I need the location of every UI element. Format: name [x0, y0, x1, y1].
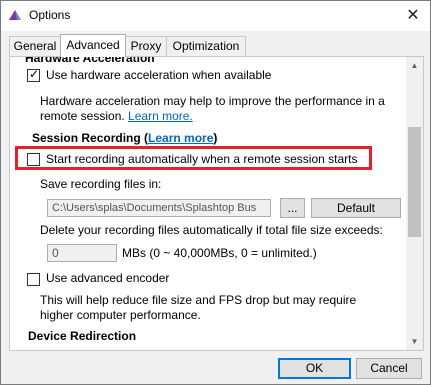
options-window: Options ✕ General Advanced Proxy Optimiz…: [0, 0, 431, 385]
splashtop-app-icon: [9, 10, 21, 20]
advanced-encoder-checkbox[interactable]: [27, 273, 40, 286]
hardware-acceleration-description: Hardware acceleration may help to improv…: [40, 94, 385, 108]
default-button[interactable]: Default: [311, 198, 401, 218]
device-redirection-heading: Device Redirection: [28, 329, 137, 343]
size-limit-field[interactable]: 0: [47, 244, 117, 262]
encoder-description-2: higher computer performance.: [40, 308, 201, 322]
cancel-button[interactable]: Cancel: [356, 358, 422, 379]
delete-files-label: Delete your recording files automaticall…: [40, 223, 383, 237]
title-bar: Options ✕: [1, 1, 430, 31]
advanced-panel: Hardware Acceleration ✓ Use hardware acc…: [9, 56, 424, 351]
start-recording-checkbox[interactable]: [27, 153, 40, 166]
session-recording-heading: Session Recording (Learn more): [32, 131, 218, 145]
hardware-acceleration-label: Use hardware acceleration when available: [46, 68, 272, 82]
tab-optimization[interactable]: Optimization: [166, 36, 246, 56]
ok-button[interactable]: OK: [278, 358, 351, 379]
scroll-down-icon[interactable]: ▼: [406, 333, 423, 350]
scroll-up-icon[interactable]: ▲: [406, 57, 423, 74]
recording-path-field[interactable]: C:\Users\splas\Documents\Splashtop Bus: [47, 199, 271, 217]
window-title: Options: [29, 8, 71, 22]
size-limit-label: MBs (0 ~ 40,000MBs, 0 = unlimited.): [122, 246, 317, 260]
tab-general[interactable]: General: [9, 36, 61, 56]
advanced-encoder-label: Use advanced encoder: [46, 271, 170, 285]
close-icon[interactable]: ✕: [396, 1, 430, 31]
vertical-scrollbar[interactable]: ▲ ▼: [406, 57, 423, 350]
checkmark-icon: ✓: [29, 67, 40, 81]
encoder-description: This will help reduce file size and FPS …: [40, 293, 357, 307]
session-learn-more-link[interactable]: Learn more: [148, 131, 213, 145]
start-recording-label: Start recording automatically when a rem…: [46, 152, 358, 166]
learn-more-link[interactable]: Learn more.: [128, 109, 193, 123]
scrollbar-thumb[interactable]: [408, 127, 421, 237]
browse-button[interactable]: ...: [280, 198, 305, 218]
hardware-acceleration-heading: Hardware Acceleration: [25, 56, 155, 65]
save-files-label: Save recording files in:: [40, 177, 162, 191]
hardware-acceleration-description-2: remote session. Learn more.: [40, 109, 193, 123]
hardware-acceleration-checkbox[interactable]: ✓: [27, 67, 40, 82]
tab-advanced[interactable]: Advanced: [60, 34, 126, 57]
tab-proxy[interactable]: Proxy: [125, 36, 167, 56]
